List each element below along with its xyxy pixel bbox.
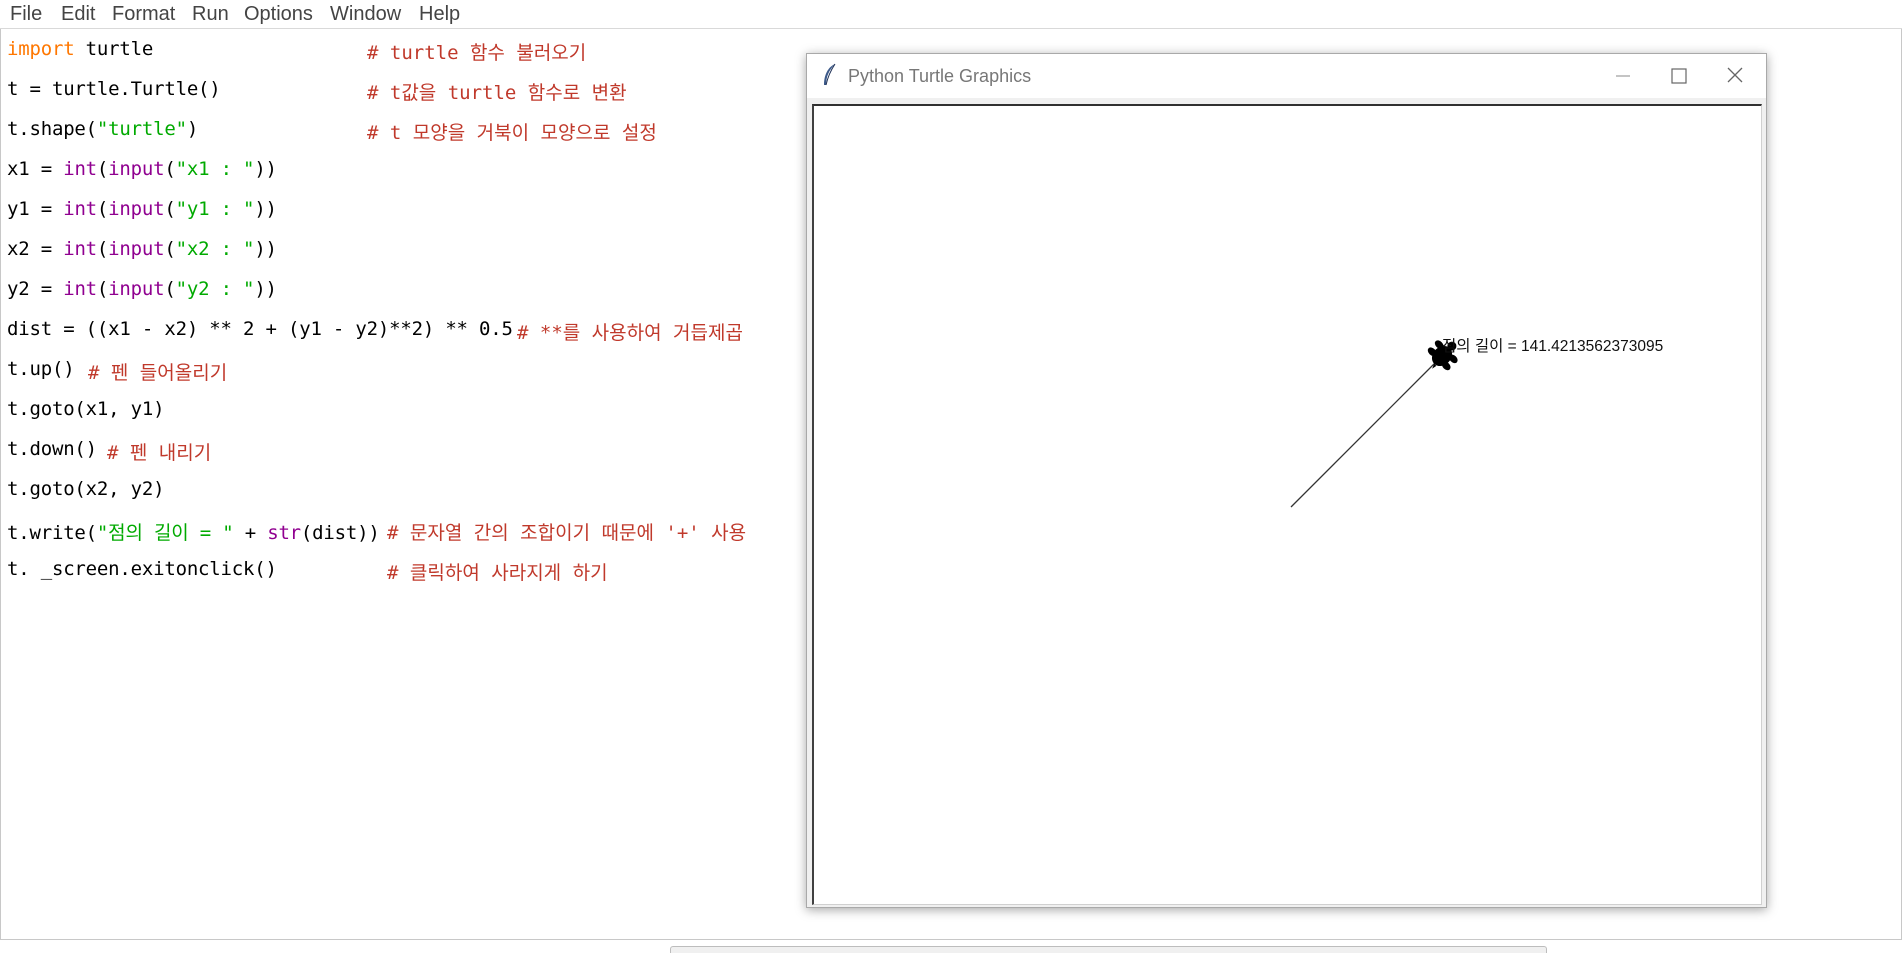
code-token: input <box>108 238 165 260</box>
code-line: t.shape("turtle") <box>7 118 198 148</box>
code-token: )) <box>254 238 277 260</box>
distance-output-text: 점의 길이 = 141.4213562373095 <box>1442 337 1663 355</box>
code-line: x2 = int(input("x2 : ")) <box>7 238 277 268</box>
menu-edit[interactable]: Edit <box>61 3 95 26</box>
turtle-canvas[interactable]: 점의 길이 = 141.4213562373095 <box>812 104 1762 905</box>
code-line: t.goto(x2, y2) <box>7 478 165 508</box>
python-feather-icon <box>824 63 836 86</box>
menu-file[interactable]: File <box>10 3 42 26</box>
code-line: t. _screen.exitonclick() <box>7 558 277 588</box>
code-comment: # t값을 turtle 함수로 변환 <box>367 82 627 104</box>
code-token: t.goto(x1, y1) <box>7 398 165 420</box>
code-token: str <box>267 522 301 544</box>
code-token: int <box>63 158 97 180</box>
code-line: import turtle <box>7 38 153 68</box>
window-titlebar[interactable]: Python Turtle Graphics <box>807 54 1766 98</box>
code-token: "y1 : " <box>175 198 255 220</box>
code-token: "turtle" <box>96 118 187 140</box>
code-line: t.write("점의 길이 = " + str(dist)) <box>7 518 380 548</box>
code-line: y1 = int(input("y1 : ")) <box>7 198 277 228</box>
code-token: input <box>108 158 165 180</box>
code-comment: # 클릭하여 사라지게 하기 <box>387 562 608 584</box>
menu-window[interactable]: Window <box>330 3 401 26</box>
code-token: y2 = <box>7 278 64 300</box>
code-token: "y2 : " <box>175 278 255 300</box>
code-token: ( <box>164 238 176 260</box>
maximize-button[interactable] <box>1650 54 1706 98</box>
code-token: )) <box>254 278 277 300</box>
code-comment: # turtle 함수 불러오기 <box>367 42 587 64</box>
code-comment: # 펜 들어올리기 <box>88 362 228 384</box>
code-comment: # t 모양을 거북이 모양으로 설정 <box>367 122 657 144</box>
close-icon <box>1727 67 1743 83</box>
window-title: Python Turtle Graphics <box>848 66 1032 86</box>
minimize-icon <box>1616 75 1630 77</box>
code-token: y1 = <box>7 198 64 220</box>
code-token: + <box>233 522 268 544</box>
minimize-button[interactable] <box>1594 54 1650 98</box>
code-token: (dist)) <box>300 522 380 544</box>
code-token: t. _screen.exitonclick() <box>7 558 277 580</box>
maximize-icon <box>1671 68 1687 84</box>
code-token: ( <box>164 158 176 180</box>
code-comment: # 펜 내리기 <box>107 442 212 464</box>
code-token: t.up() <box>7 358 75 380</box>
menu-help[interactable]: Help <box>419 3 460 26</box>
code-token: int <box>63 238 97 260</box>
code-token: "점의 길이 = " <box>96 522 234 544</box>
code-comment: # **를 사용하여 거듭제곱 <box>517 322 743 344</box>
turtle-graphics-window: Python Turtle Graphics 점의 길이 = 141.42135… <box>806 53 1767 908</box>
code-token: import <box>7 38 75 60</box>
code-token: t.shape( <box>7 118 97 140</box>
code-token: input <box>108 278 165 300</box>
menu-options[interactable]: Options <box>244 3 313 26</box>
code-token: input <box>108 198 165 220</box>
code-line: dist = ((x1 - x2) ** 2 + (y1 - y2)**2) *… <box>7 318 513 348</box>
code-line: y2 = int(input("y2 : ")) <box>7 278 277 308</box>
code-line: t.up() <box>7 358 75 388</box>
menu-run[interactable]: Run <box>192 3 229 26</box>
code-token: )) <box>254 198 277 220</box>
code-token: x2 = <box>7 238 64 260</box>
drawn-line <box>1290 355 1443 508</box>
code-token: ( <box>96 198 109 220</box>
code-token: "x2 : " <box>175 238 255 260</box>
code-token: t.goto(x2, y2) <box>7 478 165 500</box>
code-token: turtle <box>74 38 154 60</box>
menu-format[interactable]: Format <box>112 3 175 26</box>
code-token: ( <box>96 278 109 300</box>
code-token: x1 = <box>7 158 64 180</box>
code-line: t.goto(x1, y1) <box>7 398 165 428</box>
code-line: x1 = int(input("x1 : ")) <box>7 158 277 188</box>
menubar: File Edit Format Run Options Window Help <box>0 0 1902 29</box>
code-token: ( <box>164 278 176 300</box>
code-token: )) <box>254 158 277 180</box>
code-line: t.down() <box>7 438 97 468</box>
code-token: ) <box>186 118 199 140</box>
code-token: t = turtle.Turtle() <box>7 78 221 100</box>
code-token: ( <box>164 198 176 220</box>
code-token: t.down() <box>7 438 97 460</box>
code-token: "x1 : " <box>175 158 255 180</box>
turtle-drawing: 점의 길이 = 141.4213562373095 <box>1290 337 1663 508</box>
code-line: t = turtle.Turtle() <box>7 78 221 108</box>
code-token: ( <box>96 238 109 260</box>
code-token: dist = ((x1 - x2) ** 2 + (y1 - y2)**2) *… <box>7 318 513 340</box>
code-token: int <box>63 198 97 220</box>
code-token: int <box>63 278 97 300</box>
code-token: ( <box>96 158 109 180</box>
close-button[interactable] <box>1707 54 1763 98</box>
code-comment: # 문자열 간의 조합이기 때문에 '+' 사용 <box>387 522 747 544</box>
code-token: t.write( <box>7 522 97 544</box>
